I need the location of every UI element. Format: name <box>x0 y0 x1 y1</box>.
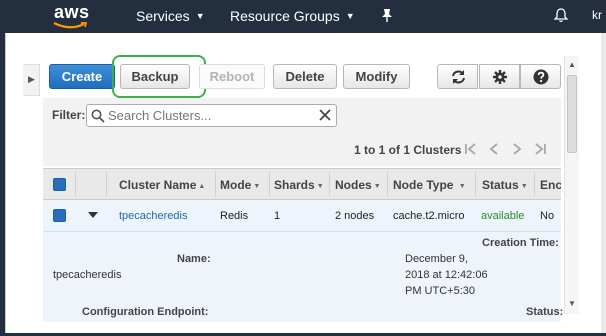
page-gutter <box>601 33 606 336</box>
cell-nodes: 2 nodes <box>335 210 375 222</box>
column-header-label: Nodes <box>335 178 372 192</box>
column-header-label: Node Type <box>393 178 454 192</box>
column-header-node-type[interactable]: Node Type ▼ <box>393 178 466 192</box>
column-divider <box>215 172 216 196</box>
column-header-cluster-name[interactable]: Cluster Name ▲ <box>119 178 205 192</box>
column-header-status[interactable]: Status ▼ <box>482 178 528 192</box>
resource-groups-menu[interactable]: Resource Groups ▼ <box>230 8 355 24</box>
column-divider <box>269 172 270 196</box>
column-header-label: Mode <box>220 178 252 192</box>
resource-groups-menu-label: Resource Groups <box>230 8 340 24</box>
row-select-checkbox[interactable] <box>53 209 66 222</box>
creation-time-line-3: PM UTC+5:30 <box>405 285 475 297</box>
chevron-right-icon: ▶ <box>28 74 35 84</box>
pagination-count: 1 to 1 of 1 Clusters <box>354 143 462 157</box>
creation-time-label: Creation Time: <box>482 237 559 249</box>
chevron-down-icon: ▼ <box>195 11 205 21</box>
delete-button[interactable]: Delete <box>273 64 337 89</box>
services-menu[interactable]: Services ▼ <box>136 8 205 24</box>
creation-time-line-2: 2018 at 12:42:06 <box>405 269 488 281</box>
refresh-button[interactable] <box>437 64 478 89</box>
sort-ascending-icon: ▲ <box>198 183 206 190</box>
creation-time-line-1: December 9, <box>405 253 468 265</box>
filter-label: Filter: <box>52 108 86 122</box>
last-page-icon[interactable] <box>533 143 547 158</box>
vertical-scrollbar[interactable]: ▲ ▼ <box>564 56 579 314</box>
help-button[interactable] <box>520 64 561 89</box>
name-label: Name: <box>177 253 211 265</box>
column-divider <box>387 172 388 196</box>
column-header-label: Cluster Name <box>119 178 197 192</box>
gear-icon <box>493 70 507 84</box>
aws-logo-text: aws <box>54 2 90 22</box>
sort-icon: ▼ <box>458 183 466 190</box>
column-header-encryption[interactable]: Encr <box>540 178 561 192</box>
backup-highlight-annotation <box>112 55 206 98</box>
cell-shards: 1 <box>274 210 281 222</box>
scrollbar-thumb[interactable] <box>567 75 577 153</box>
refresh-icon <box>452 70 465 84</box>
sidebar-toggle[interactable]: ▶ <box>23 64 40 96</box>
select-all-checkbox[interactable] <box>53 178 66 191</box>
cell-node-type: cache.t2.micro <box>393 210 465 222</box>
previous-page-icon[interactable] <box>489 143 499 158</box>
first-page-icon[interactable] <box>464 143 478 158</box>
column-header-label: Status <box>482 178 519 192</box>
scroll-up-icon[interactable]: ▲ <box>568 60 576 69</box>
column-divider <box>106 172 107 196</box>
collapse-row-icon[interactable] <box>88 212 98 218</box>
top-navigation-bar: aws Services ▼ Resource Groups ▼ kr <box>0 0 606 33</box>
status-label: Status: <box>526 306 564 318</box>
column-header-mode[interactable]: Mode ▼ <box>220 178 260 192</box>
sort-icon: ▼ <box>316 183 324 190</box>
cell-encryption: No <box>540 210 555 222</box>
column-header-label: Shards <box>274 178 315 192</box>
search-icon <box>91 109 105 123</box>
bell-icon[interactable] <box>553 8 569 26</box>
clear-search-icon[interactable] <box>318 108 332 122</box>
configuration-endpoint-label: Configuration Endpoint: <box>82 306 209 318</box>
scroll-down-icon[interactable]: ▼ <box>568 299 576 308</box>
column-header-label: Encr <box>540 178 561 192</box>
column-header-shards[interactable]: Shards ▼ <box>274 178 324 192</box>
services-menu-label: Services <box>136 8 190 24</box>
pagination-bar <box>43 136 561 166</box>
column-divider <box>475 172 476 196</box>
cell-status: available <box>481 210 525 222</box>
name-value: tpecacheredis <box>53 269 122 281</box>
modify-button[interactable]: Modify <box>343 64 410 89</box>
pin-icon[interactable] <box>381 8 393 25</box>
create-button[interactable]: Create <box>49 64 115 89</box>
column-divider <box>329 172 330 196</box>
column-header-nodes[interactable]: Nodes ▼ <box>335 178 381 192</box>
sort-icon: ▼ <box>253 183 261 190</box>
aws-smile-icon <box>53 22 88 29</box>
aws-logo[interactable]: aws <box>52 2 92 30</box>
sort-icon: ▼ <box>520 183 528 190</box>
next-page-icon[interactable] <box>512 143 522 158</box>
cluster-search-box[interactable] <box>86 104 337 127</box>
cluster-name-link[interactable]: tpecacheredis <box>119 210 188 222</box>
column-divider <box>534 172 535 196</box>
help-icon <box>533 69 549 85</box>
chevron-down-icon: ▼ <box>345 11 355 21</box>
settings-button[interactable] <box>479 64 520 89</box>
cluster-search-input[interactable] <box>108 107 308 124</box>
user-menu[interactable]: kr <box>592 8 602 22</box>
reboot-button: Reboot <box>199 64 265 89</box>
cell-mode: Redis <box>220 210 249 222</box>
column-divider <box>75 172 76 196</box>
sort-icon: ▼ <box>373 183 381 190</box>
